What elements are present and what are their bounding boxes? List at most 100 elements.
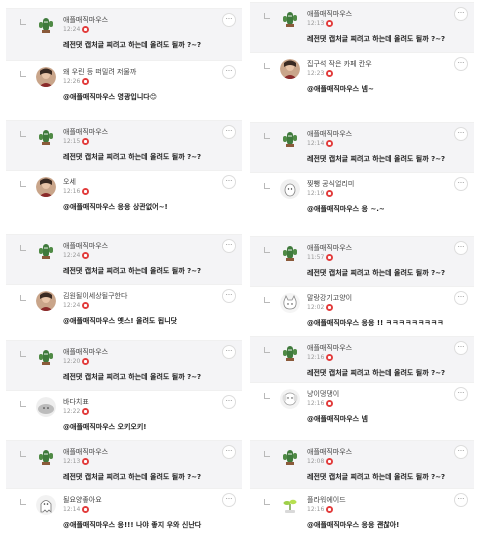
comment-time: 12:14 xyxy=(307,140,334,147)
new-badge-icon xyxy=(82,78,90,85)
new-badge-icon xyxy=(326,304,334,311)
comment-author[interactable]: 애플매직마우스 xyxy=(307,447,352,457)
avatar[interactable] xyxy=(280,179,300,199)
comment-author[interactable]: 집구석 작은 카페 칸우 xyxy=(307,59,372,69)
avatar[interactable] xyxy=(36,447,56,467)
comment-time: 12:24 xyxy=(63,252,90,259)
comment-author[interactable]: 찢뺑 공식얼리미 xyxy=(307,179,354,189)
more-options-button[interactable]: ··· xyxy=(454,493,468,507)
avatar[interactable] xyxy=(36,67,56,87)
comment-item: 말랑강기고양이 12:02 @애플매직마우스 응응 !! ㅋㅋㅋㅋㅋㅋㅋㅋㅋ ··· xyxy=(250,286,474,336)
more-options-button[interactable]: ··· xyxy=(454,57,468,71)
new-badge-icon xyxy=(82,188,90,195)
more-options-button[interactable]: ··· xyxy=(454,7,468,21)
comment-text: @애플매직마우스 영광입니다😊 xyxy=(63,93,158,101)
avatar[interactable] xyxy=(36,291,56,311)
more-options-button[interactable]: ··· xyxy=(222,445,236,459)
avatar[interactable] xyxy=(280,495,300,515)
comment-author[interactable]: 바다치표 xyxy=(63,397,89,407)
new-badge-icon xyxy=(82,302,90,309)
reply-indicator-icon xyxy=(264,297,270,303)
avatar[interactable] xyxy=(280,389,300,409)
avatar[interactable] xyxy=(280,9,300,29)
more-options-button[interactable]: ··· xyxy=(454,127,468,141)
more-options-button[interactable]: ··· xyxy=(454,291,468,305)
comment-item: 될요양좋아요 12:14 @애플매직마우스 응!!! 나야 좋지 우와 신난다 ··· xyxy=(6,488,242,552)
comment-author[interactable]: 될요양좋아요 xyxy=(63,495,102,505)
comment-author[interactable]: 말랑강기고양이 xyxy=(307,293,352,303)
comment-author[interactable]: 냥이댕댕이 xyxy=(307,389,339,399)
more-options-button[interactable]: ··· xyxy=(222,289,236,303)
more-options-button[interactable]: ··· xyxy=(454,241,468,255)
comment-text: 레전댓 캡처글 찌려고 하는데 올려도 될까 ?~? xyxy=(63,267,202,275)
comment-time: 12:19 xyxy=(307,190,334,197)
comment-author[interactable]: 왜 우린 등 떠밀려 저물까 xyxy=(63,67,136,77)
comment-item: 애플매직마우스 12:13 레전댓 캡처글 찌려고 하는데 올려도 될까 ?~? ··… xyxy=(6,440,242,488)
more-options-button[interactable]: ··· xyxy=(454,387,468,401)
comment-author[interactable]: 애플매직마우스 xyxy=(63,347,108,357)
more-options-button[interactable]: ··· xyxy=(222,13,236,27)
new-badge-icon xyxy=(326,70,334,77)
more-options-button[interactable]: ··· xyxy=(454,177,468,191)
comment-author[interactable]: 애플매직마우스 xyxy=(307,243,352,253)
comment-time: 12:20 xyxy=(63,358,90,365)
avatar[interactable] xyxy=(36,241,56,261)
new-badge-icon xyxy=(326,190,334,197)
reply-indicator-icon xyxy=(20,499,26,505)
avatar[interactable] xyxy=(280,447,300,467)
comment-author[interactable]: 김원될이세상될구한다 xyxy=(63,291,127,301)
comment-item: 오세 12:16 @애플매직마우스 응응 상관없어~! ··· xyxy=(6,170,242,228)
comment-item: 애플매직마우스 12:20 레전댓 캡처글 찌려고 하는데 올려도 될까 ?~? ··… xyxy=(6,340,242,390)
comment-author[interactable]: 애플매직마우스 xyxy=(63,15,108,25)
comment-author[interactable]: 플라워에이드 xyxy=(307,495,346,505)
more-options-button[interactable]: ··· xyxy=(222,395,236,409)
new-badge-icon xyxy=(326,506,334,513)
comment-author[interactable]: 애플매직마우스 xyxy=(63,241,108,251)
avatar[interactable] xyxy=(280,293,300,313)
new-badge-icon xyxy=(82,506,90,513)
avatar[interactable] xyxy=(36,495,56,515)
more-options-button[interactable]: ··· xyxy=(454,341,468,355)
comment-item: 애플매직마우스 12:24 레전댓 캡처글 찌려고 하는데 올려도 될까 ?~? ··… xyxy=(6,8,242,60)
comment-author[interactable]: 애플매직마우스 xyxy=(307,343,352,353)
comment-item: 애플매직마우스 12:16 레전댓 캡처글 찌려고 하는데 올려도 될까 ?~? ··… xyxy=(250,336,474,382)
avatar[interactable] xyxy=(280,129,300,149)
comment-item: 애플매직마우스 12:24 레전댓 캡처글 찌려고 하는데 올려도 될까 ?~? ··… xyxy=(6,234,242,284)
avatar[interactable] xyxy=(36,177,56,197)
avatar[interactable] xyxy=(36,347,56,367)
reply-indicator-icon xyxy=(264,451,270,457)
comment-time: 12:22 xyxy=(63,408,90,415)
avatar[interactable] xyxy=(36,397,56,417)
comment-item: 냥이댕댕이 12:16 @애플매직마우스 넴 ··· xyxy=(250,382,474,430)
comment-author[interactable]: 오세 xyxy=(63,177,76,187)
comment-item: 애플매직마우스 12:15 레전댓 캡처글 찌려고 하는데 올려도 될까 ?~? ··… xyxy=(6,120,242,170)
comment-author[interactable]: 애플매직마우스 xyxy=(307,129,352,139)
comment-text: @애플매직마우스 응응 괜찮아! xyxy=(307,521,400,529)
comment-item: 애플매직마우스 12:14 레전댓 캡처글 찌려고 하는데 올려도 될까 ?~? ··… xyxy=(250,122,474,172)
comment-time: 12:26 xyxy=(63,78,90,85)
new-badge-icon xyxy=(326,458,334,465)
more-options-button[interactable]: ··· xyxy=(222,175,236,189)
comment-time: 12:02 xyxy=(307,304,334,311)
reply-indicator-icon xyxy=(20,131,26,137)
more-options-button[interactable]: ··· xyxy=(454,445,468,459)
avatar[interactable] xyxy=(36,127,56,147)
more-options-button[interactable]: ··· xyxy=(222,345,236,359)
more-options-button[interactable]: ··· xyxy=(222,239,236,253)
avatar[interactable] xyxy=(280,59,300,79)
avatar[interactable] xyxy=(280,343,300,363)
comment-author[interactable]: 애플매직마우스 xyxy=(63,447,108,457)
comment-time: 12:24 xyxy=(63,302,90,309)
avatar[interactable] xyxy=(280,243,300,263)
comment-author[interactable]: 애플매직마우스 xyxy=(63,127,108,137)
comment-time: 12:23 xyxy=(307,70,334,77)
more-options-button[interactable]: ··· xyxy=(222,493,236,507)
more-options-button[interactable]: ··· xyxy=(222,65,236,79)
comment-time: 12:13 xyxy=(63,458,90,465)
more-options-button[interactable]: ··· xyxy=(222,125,236,139)
comment-text: @애플매직마우스 응!!! 나야 좋지 우와 신난다 xyxy=(63,521,202,529)
avatar[interactable] xyxy=(36,15,56,35)
comment-author[interactable]: 애플매직마우스 xyxy=(307,9,352,19)
comment-text: @애플매직마우스 응응 상관없어~! xyxy=(63,203,168,211)
new-badge-icon xyxy=(82,252,90,259)
